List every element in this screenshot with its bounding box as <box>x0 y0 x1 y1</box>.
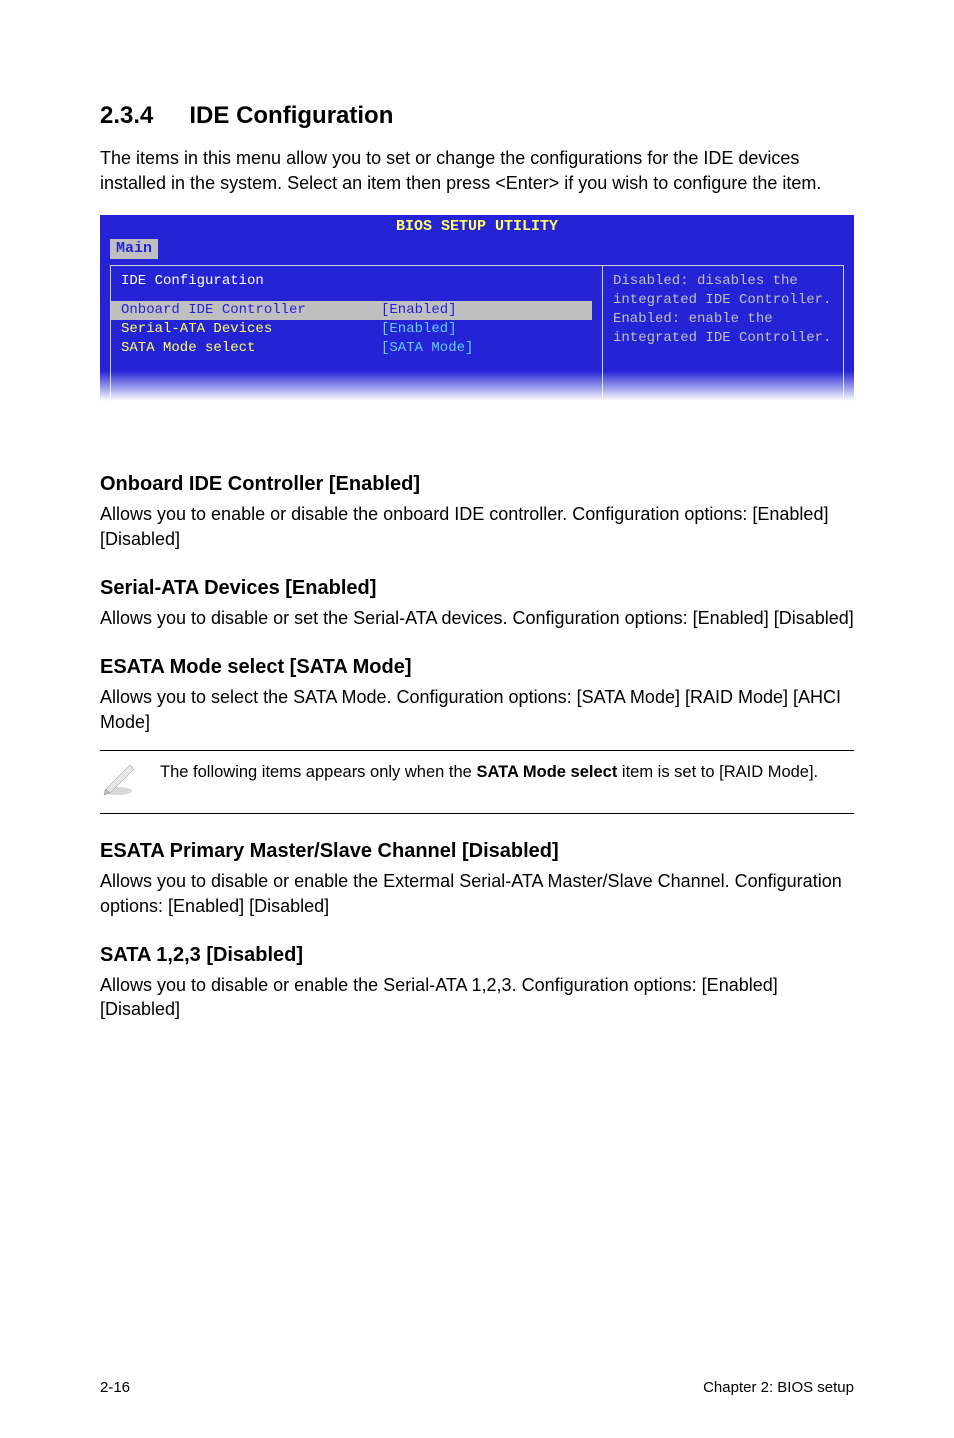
note-block: The following items appears only when th… <box>100 750 854 815</box>
page-footer: 2-16 Chapter 2: BIOS setup <box>100 1378 854 1398</box>
bios-row-onboard-ide: Onboard IDE Controller [Enabled] <box>111 301 592 320</box>
item-heading-sata123: SATA 1,2,3 [Disabled] <box>100 942 854 969</box>
bios-row-value: [SATA Mode] <box>381 339 473 358</box>
item-heading-esata-mode: ESATA Mode select [SATA Mode] <box>100 654 854 681</box>
bios-row-label: Serial-ATA Devices <box>121 320 381 339</box>
note-bold: SATA Mode select <box>476 763 617 781</box>
bios-left-pane: IDE Configuration Onboard IDE Controller… <box>110 265 602 401</box>
item-text-onboard-ide: Allows you to enable or disable the onbo… <box>100 502 854 551</box>
bios-header: BIOS SETUP UTILITY <box>100 215 854 237</box>
bios-row-sata-mode: SATA Mode select [SATA Mode] <box>121 339 592 358</box>
bios-tab-main: Main <box>110 239 158 259</box>
bios-row-value: [Enabled] <box>381 320 457 339</box>
item-heading-serial-ata: Serial-ATA Devices [Enabled] <box>100 575 854 602</box>
bios-row-value: [Enabled] <box>381 301 457 320</box>
bios-row-serial-ata: Serial-ATA Devices [Enabled] <box>121 320 592 339</box>
intro-paragraph: The items in this menu allow you to set … <box>100 146 854 195</box>
bios-help-pane: Disabled: disables the integrated IDE Co… <box>602 265 844 401</box>
item-text-serial-ata: Allows you to disable or set the Serial-… <box>100 606 854 630</box>
footer-chapter: Chapter 2: BIOS setup <box>703 1378 854 1398</box>
bios-config-title: IDE Configuration <box>121 272 592 291</box>
bios-screenshot: BIOS SETUP UTILITY Main IDE Configuratio… <box>100 215 854 402</box>
section-heading: 2.3.4 IDE Configuration <box>100 100 854 132</box>
item-text-esata-channel: Allows you to disable or enable the Exte… <box>100 869 854 918</box>
item-text-sata123: Allows you to disable or enable the Seri… <box>100 973 854 1022</box>
section-title-text: IDE Configuration <box>189 102 393 129</box>
section-number: 2.3.4 <box>100 100 153 132</box>
item-heading-esata-channel: ESATA Primary Master/Slave Channel [Disa… <box>100 838 854 865</box>
item-heading-onboard-ide: Onboard IDE Controller [Enabled] <box>100 471 854 498</box>
bios-row-label: SATA Mode select <box>121 339 381 358</box>
note-text: The following items appears only when th… <box>160 759 818 783</box>
item-text-esata-mode: Allows you to select the SATA Mode. Conf… <box>100 685 854 734</box>
note-post: item is set to [RAID Mode]. <box>617 763 818 781</box>
bios-row-label: Onboard IDE Controller <box>121 301 381 320</box>
note-pre: The following items appears only when th… <box>160 763 476 781</box>
footer-page-number: 2-16 <box>100 1378 130 1398</box>
note-pencil-icon <box>100 759 160 806</box>
